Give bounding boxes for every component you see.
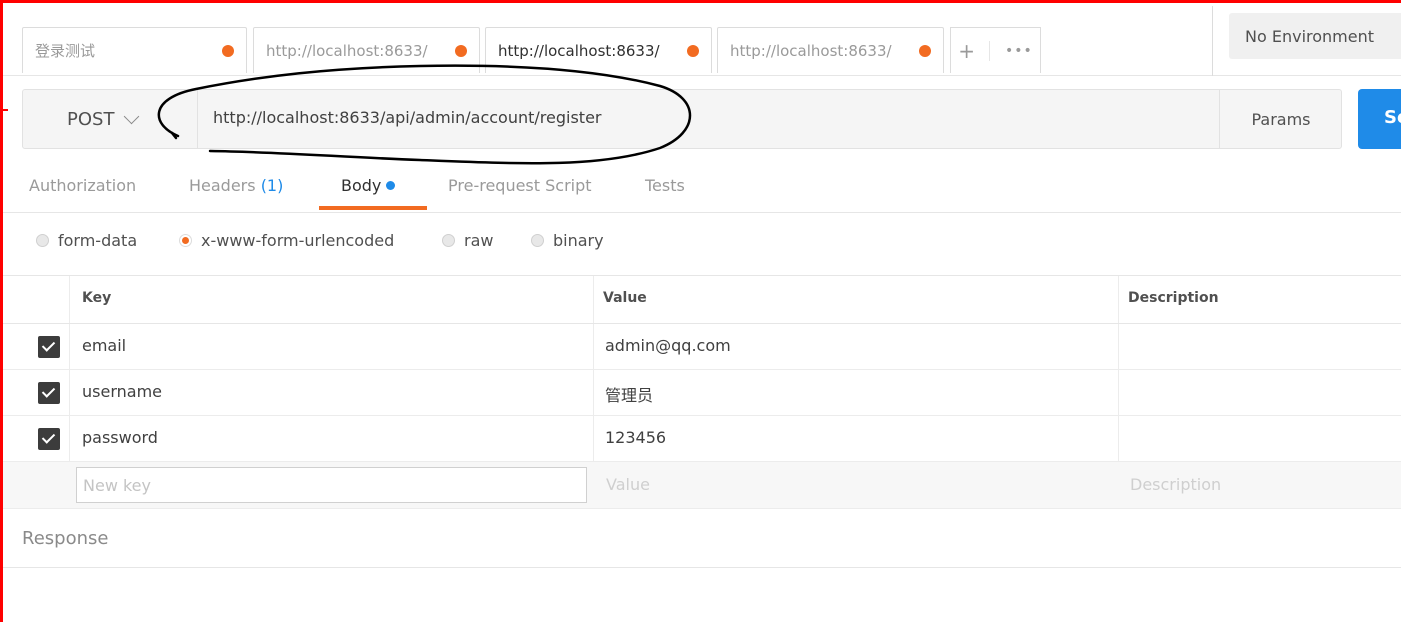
tab-headers[interactable]: Headers (1) — [189, 176, 283, 195]
request-tab-bar: 登录测试 http://localhost:8633/ http://local… — [3, 3, 1401, 76]
radio-form-data[interactable]: form-data — [36, 231, 137, 250]
response-label: Response — [22, 528, 109, 549]
new-key-input[interactable] — [76, 467, 587, 503]
column-header-value: Value — [603, 290, 647, 306]
tab-label: http://localhost:8633/ — [498, 41, 660, 60]
row-checkbox[interactable] — [38, 336, 60, 358]
tab-body[interactable]: Body — [341, 176, 396, 195]
add-tab-icon[interactable]: + — [958, 41, 975, 61]
send-button[interactable]: Send — [1358, 89, 1401, 149]
table-row: username 管理员 — [3, 370, 1401, 416]
row-checkbox[interactable] — [38, 428, 60, 450]
tab-actions: + ••• — [950, 27, 1041, 73]
radio-raw[interactable]: raw — [442, 231, 493, 250]
active-tab-indicator — [319, 206, 427, 210]
unsaved-dot-icon — [687, 44, 699, 57]
unsaved-dot-icon — [455, 44, 467, 57]
tab-body-label: Body — [341, 176, 382, 195]
chevron-down-icon — [124, 108, 140, 124]
method-label: POST — [67, 108, 115, 130]
more-tabs-icon[interactable]: ••• — [1005, 43, 1033, 59]
radio-icon — [36, 234, 49, 247]
method-select[interactable]: POST — [23, 90, 198, 148]
headers-count: (1) — [260, 176, 284, 195]
table-header: Key Value Description — [3, 276, 1401, 324]
radio-selected-icon — [179, 234, 192, 247]
response-section: Response — [3, 509, 1401, 568]
column-header-key: Key — [82, 290, 112, 306]
tab-tests[interactable]: Tests — [645, 176, 685, 195]
row-value[interactable]: 管理员 — [605, 382, 653, 406]
tab-authorization[interactable]: Authorization — [29, 176, 136, 195]
request-tab-3[interactable]: http://localhost:8633/ — [485, 27, 712, 73]
new-description-placeholder[interactable]: Description — [1130, 475, 1221, 494]
tab-pre-request-script[interactable]: Pre-request Script — [448, 176, 592, 195]
row-value[interactable]: admin@qq.com — [605, 336, 731, 355]
radio-label: raw — [464, 231, 494, 250]
tab-label: 登录测试 — [35, 42, 96, 60]
unsaved-dot-icon — [222, 44, 234, 57]
unsaved-dot-icon — [919, 44, 931, 57]
tab-headers-label: Headers — [189, 176, 256, 195]
divider — [197, 90, 198, 148]
new-row: Value Description — [3, 462, 1401, 509]
radio-icon — [531, 234, 544, 247]
request-sections-tabs: Authorization Headers (1) Body Pre-reque… — [3, 164, 1401, 213]
tab-label: http://localhost:8633/ — [730, 41, 892, 60]
request-url-bar: POST http://localhost:8633/api/admin/acc… — [22, 89, 1342, 149]
row-value[interactable]: 123456 — [605, 428, 666, 447]
table-row: password 123456 — [3, 416, 1401, 462]
request-tab-4[interactable]: http://localhost:8633/ — [717, 27, 944, 73]
body-type-selector: form-data x-www-form-urlencoded raw bina… — [3, 213, 1401, 276]
table-row: email admin@qq.com — [3, 324, 1401, 370]
radio-label: form-data — [58, 231, 138, 250]
params-table: Key Value Description email admin@qq.com… — [3, 276, 1401, 509]
radio-label: x-www-form-urlencoded — [201, 231, 395, 250]
column-header-description: Description — [1128, 290, 1219, 306]
row-key[interactable]: username — [82, 382, 162, 401]
row-key[interactable]: email — [82, 336, 126, 355]
radio-icon — [442, 234, 455, 247]
url-input[interactable]: http://localhost:8633/api/admin/account/… — [213, 108, 602, 127]
modified-dot-icon — [386, 181, 396, 190]
divider — [989, 40, 991, 61]
request-tab-2[interactable]: http://localhost:8633/ — [253, 27, 480, 73]
new-value-placeholder[interactable]: Value — [606, 475, 650, 494]
tab-label: http://localhost:8633/ — [266, 41, 428, 60]
divider — [1212, 6, 1213, 76]
red-highlight-marker — [0, 109, 8, 111]
radio-label: binary — [553, 231, 604, 250]
params-button[interactable]: Params — [1220, 90, 1342, 148]
row-checkbox[interactable] — [38, 382, 60, 404]
radio-x-www-form-urlencoded[interactable]: x-www-form-urlencoded — [179, 231, 394, 250]
request-tab-1[interactable]: 登录测试 — [22, 27, 247, 73]
environment-select[interactable]: No Environment — [1229, 13, 1401, 59]
radio-binary[interactable]: binary — [531, 231, 604, 250]
row-key[interactable]: password — [82, 428, 158, 447]
